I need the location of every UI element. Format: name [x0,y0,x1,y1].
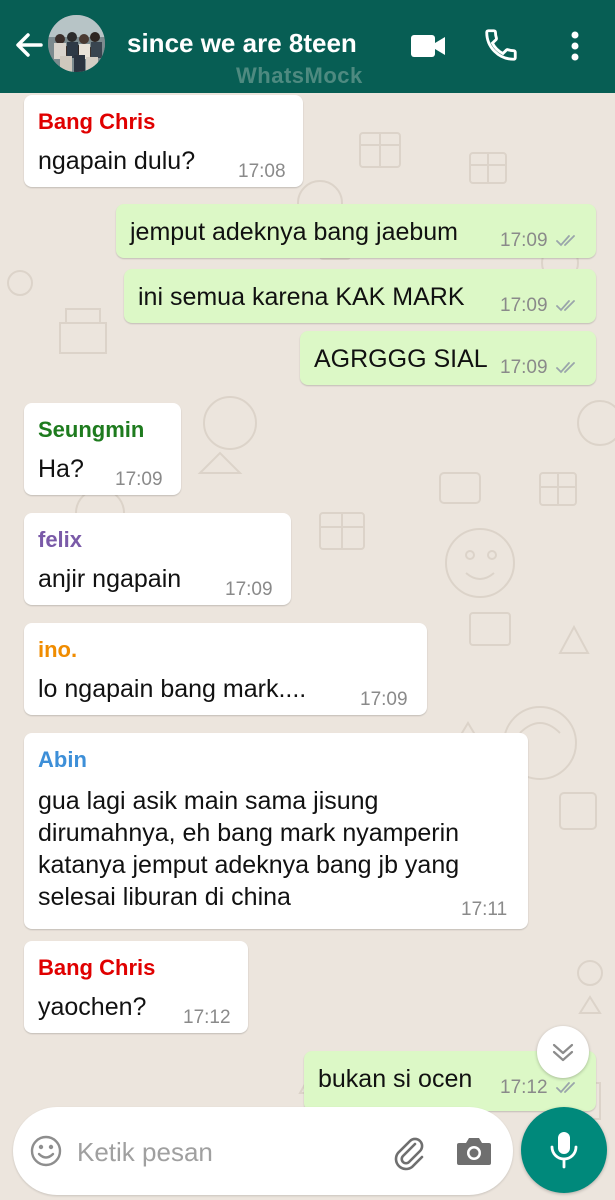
message-bubble-incoming[interactable]: felix anjir ngapain 17:09 [24,513,291,605]
chevron-double-down-icon [552,1043,574,1062]
chat-title[interactable]: since we are 8teen [127,28,357,59]
message-text: ngapain dulu? [38,147,196,175]
message-bubble-outgoing[interactable]: jemput adeknya bang jaebum 17:09 [116,204,596,258]
message-bubble-incoming[interactable]: Bang Chris ngapain dulu? 17:08 [24,95,303,187]
voice-record-button[interactable] [521,1107,607,1193]
message-bubble-outgoing[interactable]: AGRGGG SIAL 17:09 [300,331,596,385]
message-text: anjir ngapain [38,565,182,593]
message-time: 17:09 [500,295,548,316]
group-photo [48,15,105,72]
read-ticks-icon [556,1082,575,1094]
message-text: Ha? [38,455,84,483]
app-watermark: WhatsMock [236,63,363,88]
sender-name: Abin [38,747,87,772]
message-bubble-incoming[interactable]: ino. lo ngapain bang mark.... 17:09 [24,623,427,715]
attach-button[interactable] [389,1132,429,1172]
message-time: 17:11 [461,899,508,920]
message-bubble-incoming[interactable]: Abin gua lagi asik main sama jisung diru… [24,733,528,929]
camera-icon [457,1138,491,1165]
phone-icon [485,29,517,61]
paperclip-icon [394,1137,424,1171]
sender-name: felix [38,527,83,552]
read-ticks-icon [556,235,575,247]
video-camera-icon [411,35,445,57]
message-text-line: selesai liburan di china [38,883,291,911]
message-time: 17:12 [500,1077,548,1098]
sender-name: ino. [38,637,78,662]
more-vert-icon [571,31,579,61]
message-text: yaochen? [38,993,147,1021]
arrow-left-icon [16,33,43,57]
message-text: lo ngapain bang mark.... [38,675,307,703]
message-text: bukan si ocen [318,1065,473,1093]
message-bubble-incoming[interactable]: Bang Chris yaochen? 17:12 [24,941,248,1033]
message-text-line: gua lagi asik main sama jisung [38,787,379,815]
emoji-button[interactable] [29,1134,63,1168]
sender-name: Bang Chris [38,109,156,134]
chat-area[interactable]: Bang Chris ngapain dulu? 17:08 jemput ad… [0,93,615,1200]
back-button[interactable] [10,28,46,64]
emoji-smile-icon [30,1135,62,1167]
message-input[interactable] [75,1129,379,1175]
message-time: 17:09 [500,230,548,251]
message-text: jemput adeknya bang jaebum [130,218,459,246]
read-ticks-icon [556,362,575,374]
group-avatar[interactable] [48,15,105,72]
message-text: AGRGGG SIAL [314,345,488,373]
sender-name: Seungmin [38,417,145,442]
message-input-bar [13,1107,513,1195]
message-time: 17:09 [225,579,273,600]
camera-button[interactable] [455,1134,493,1168]
message-bubble-incoming[interactable]: Seungmin Ha? 17:09 [24,403,181,495]
message-text: ini semua karena KAK MARK [138,283,465,311]
message-time: 17:08 [238,161,286,182]
microphone-icon [550,1132,578,1169]
video-call-button[interactable] [408,28,448,64]
message-time: 17:09 [115,469,163,490]
message-time: 17:09 [500,357,548,378]
message-text-line: katanya jemput adeknya bang jb yang [38,851,460,879]
read-ticks-icon [556,300,575,312]
message-time: 17:09 [360,689,408,710]
chat-header: since we are 8teen WhatsMock [0,0,615,93]
message-bubble-outgoing[interactable]: ini semua karena KAK MARK 17:09 [124,269,596,323]
scroll-to-bottom-button[interactable] [537,1026,589,1078]
voice-call-button[interactable] [482,26,520,64]
more-options-button[interactable] [560,26,590,66]
sender-name: Bang Chris [38,955,156,980]
message-time: 17:12 [183,1007,231,1028]
message-text-line: dirumahnya, eh bang mark nyamperin [38,819,460,847]
